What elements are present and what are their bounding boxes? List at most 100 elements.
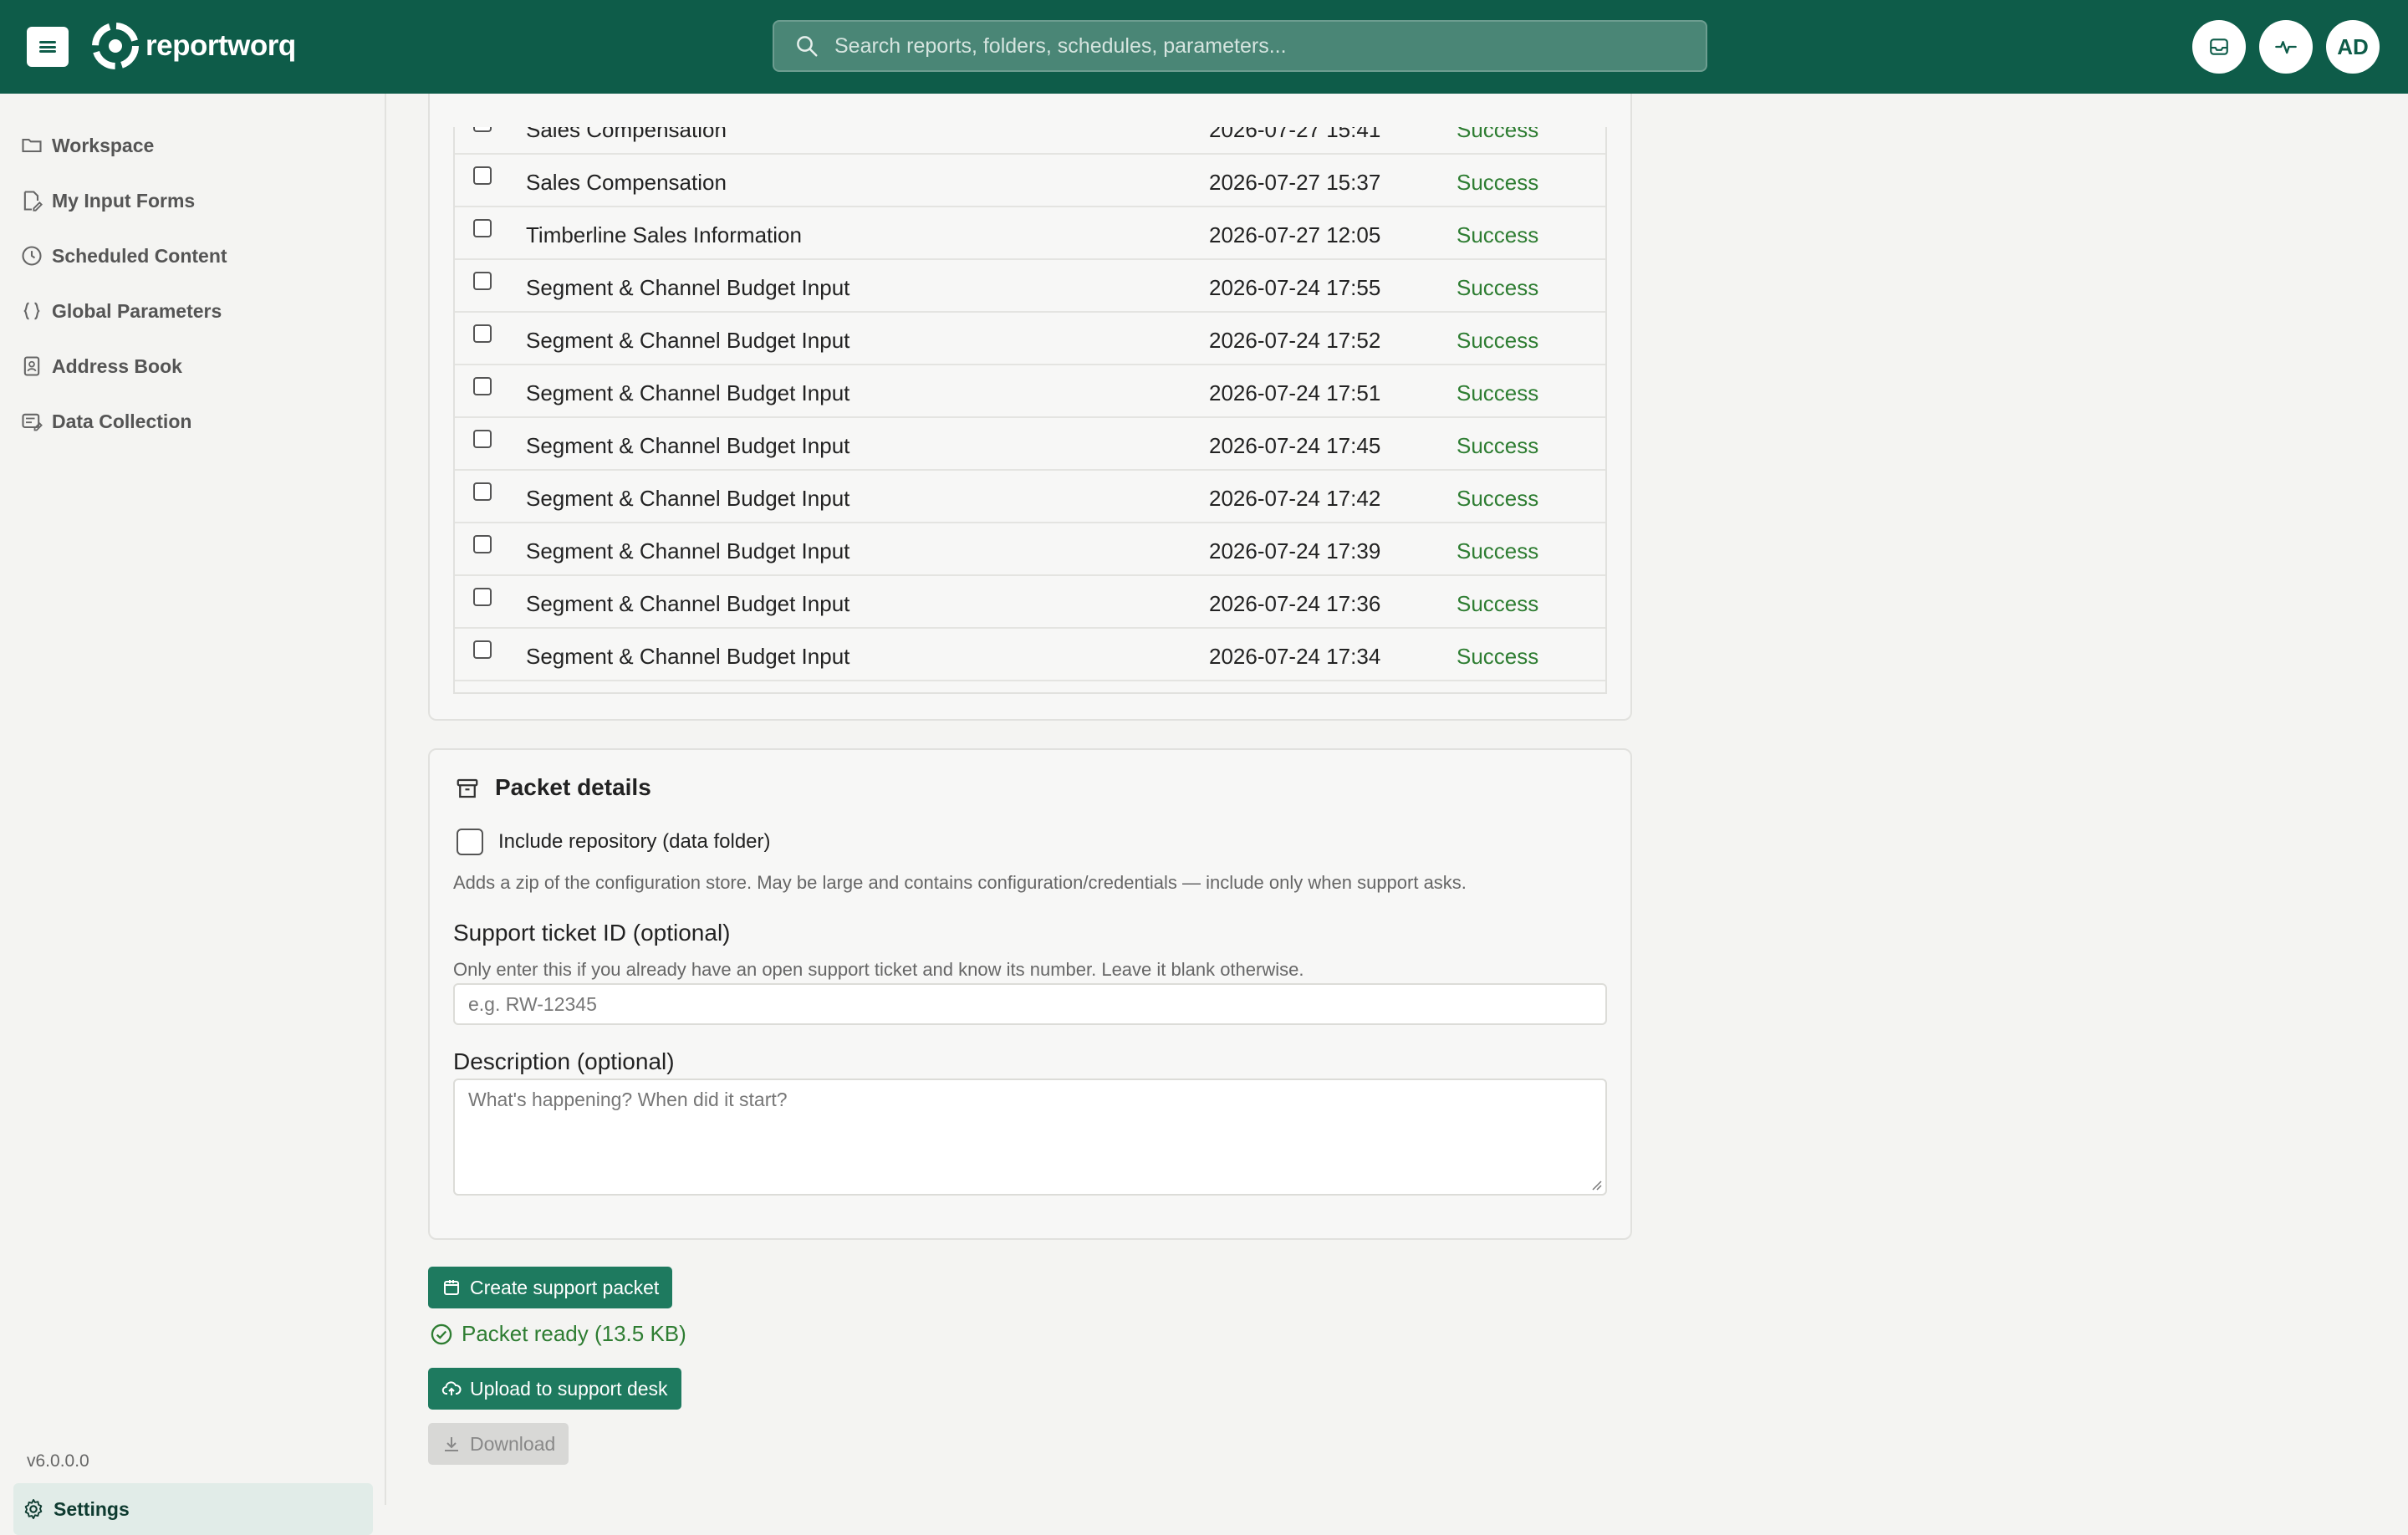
download-icon [445,1437,458,1451]
search-input[interactable] [833,33,1706,59]
package-icon [444,1280,459,1295]
run-status: Success [1457,127,1539,142]
table-row[interactable]: Segment & Channel Budget Input 2026-07-24… [455,260,1605,313]
run-name: Segment & Channel Budget Input [526,328,850,353]
braces-icon [23,302,40,320]
run-date: 2026-07-24 17:36 [1209,591,1381,616]
run-status: Success [1457,538,1539,564]
sidebar-item-scheduled-content[interactable]: Scheduled Content [20,237,227,274]
run-date: 2026-07-24 17:52 [1209,328,1381,353]
sidebar-item-my-input-forms[interactable]: My Input Forms [20,182,195,219]
download-button[interactable]: Download [428,1423,569,1465]
run-date: 2026-07-27 15:37 [1209,170,1381,195]
logo-mark-icon [92,23,139,69]
create-support-packet-label: Create support packet [470,1276,660,1298]
activity-button[interactable] [2259,20,2313,74]
row-checkbox[interactable] [473,272,492,290]
include-repository-help: Adds a zip of the configuration store. M… [453,872,1467,893]
row-checkbox[interactable] [473,377,492,395]
row-checkbox[interactable] [473,535,492,553]
run-date: 2026-07-24 17:34 [1209,644,1381,669]
run-status: Success [1457,591,1539,616]
create-support-packet-button[interactable]: Create support packet [428,1267,673,1308]
run-name: Segment & Channel Budget Input [526,538,850,564]
run-name: Segment & Channel Budget Input [526,486,850,511]
sidebar-item-global-parameters[interactable]: Global Parameters [20,293,222,329]
row-checkbox[interactable] [473,324,492,343]
packet-ready-status: Packet ready (13.5 KB) [430,1321,686,1347]
table-row[interactable]: Segment & Channel Budget Input 2026-07-24… [455,629,1605,681]
contact-book-icon [23,356,40,376]
table-row[interactable]: Segment & Channel Budget Input 2026-07-24… [455,576,1605,629]
table-row[interactable]: Timberline Sales Information 2026-07-27 1… [455,207,1605,260]
sidebar-item-address-book[interactable]: Address Book [20,348,182,385]
table-row[interactable]: Segment & Channel Budget Input 2026-07-24… [455,471,1605,523]
ticket-id-label: Support ticket ID (optional) [453,920,731,946]
table-row[interactable]: Segment & Channel Budget Input 2026-07-24… [455,365,1605,418]
archive-icon [457,778,478,798]
run-name: Segment & Channel Budget Input [526,275,850,300]
global-search[interactable] [773,20,1707,72]
row-checkbox[interactable] [473,219,492,237]
activity-pulse-icon [2275,41,2297,54]
app-version: v6.0.0.0 [27,1451,89,1471]
inbox-button[interactable] [2192,20,2246,74]
sidebar-item-label: Global Parameters [52,299,222,322]
cloud-upload-icon [441,1381,462,1395]
table-row[interactable]: Segment & Channel Budget Input 2026-07-24… [455,523,1605,576]
search-icon [797,36,818,57]
include-repository-label: Include repository (data folder) [498,830,771,853]
sidebar-item-label: Scheduled Content [52,244,227,267]
sidebar: Workspace My Input Forms Scheduled Conte… [0,94,386,1535]
recent-runs-table: Sales Compensation 2026-07-27 15:41 Succes… [453,127,1607,694]
table-row[interactable]: Sales Compensation 2026-07-27 15:37 Succes… [455,155,1605,207]
menu-toggle-button[interactable] [27,27,69,67]
run-date: 2026-07-24 17:55 [1209,275,1381,300]
run-name: Segment & Channel Budget Input [526,380,850,405]
sidebar-item-workspace[interactable]: Workspace [20,127,154,164]
gear-icon [24,1498,43,1520]
check-circle-icon [431,1323,452,1344]
ticket-id-help: Only enter this if you already have an o… [453,959,1304,980]
upload-to-support-desk-button[interactable]: Upload to support desk [428,1368,681,1410]
run-date: 2026-07-24 17:42 [1209,486,1381,511]
top-bar: reportworq AD [0,0,2408,94]
description-label: Description (optional) [453,1048,675,1074]
packet-details-title: Packet details [495,774,651,800]
run-status: Success [1457,328,1539,353]
run-name: Sales Compensation [526,170,727,195]
sidebar-item-label: My Input Forms [52,189,196,212]
user-avatar-button[interactable]: AD [2326,20,2380,74]
run-date: 2026-07-24 17:39 [1209,538,1381,564]
row-checkbox[interactable] [473,482,492,501]
row-checkbox[interactable] [473,588,492,606]
avatar-initials: AD [2337,33,2369,59]
table-row[interactable]: Segment & Channel Budget Input 2026-07-24… [455,313,1605,365]
run-date: 2026-07-27 15:41 [1209,127,1381,142]
data-collection-icon [22,413,43,431]
table-row[interactable]: Segment & Channel Budget Input 2026-07-24… [455,418,1605,471]
description-textarea[interactable] [453,1079,1607,1196]
run-status: Success [1457,644,1539,669]
resize-handle-icon[interactable] [1589,1177,1602,1191]
run-name: Timberline Sales Information [526,222,802,247]
app-logo[interactable]: reportworq [92,22,296,70]
run-date: 2026-07-27 12:05 [1209,222,1381,247]
row-checkbox[interactable] [473,166,492,185]
ticket-id-input[interactable] [453,983,1607,1025]
run-name: Segment & Channel Budget Input [526,644,850,669]
row-checkbox[interactable] [473,127,492,132]
row-checkbox[interactable] [473,640,492,659]
include-repository-checkbox[interactable] [457,829,483,855]
run-date: 2026-07-24 17:51 [1209,380,1381,405]
table-row[interactable]: Sales Compensation 2026-07-27 15:41 Succes… [455,127,1605,155]
folder-icon [22,138,42,153]
clock-icon [22,246,42,266]
sidebar-item-label: Data Collection [52,410,192,432]
run-name: Segment & Channel Budget Input [526,433,850,458]
row-checkbox[interactable] [473,430,492,448]
sidebar-item-settings[interactable]: Settings [13,1483,373,1535]
packet-ready-text: Packet ready (13.5 KB) [462,1321,686,1346]
sidebar-item-data-collection[interactable]: Data Collection [20,403,191,440]
upload-to-support-desk-label: Upload to support desk [470,1377,668,1400]
